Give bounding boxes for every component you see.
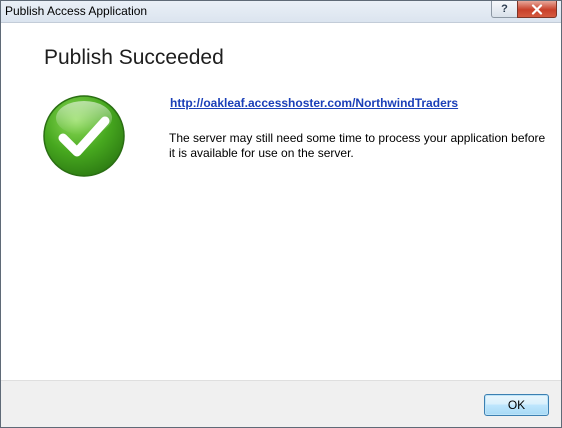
close-button[interactable] [517,1,557,18]
page-title: Publish Succeeded [44,46,224,69]
title-bar-buttons: ? [491,1,557,18]
help-icon: ? [501,3,508,15]
window-title: Publish Access Application [5,4,148,18]
help-button[interactable]: ? [491,1,517,18]
checkmark-circle-icon [43,95,125,177]
ok-button[interactable]: OK [484,394,549,416]
status-message: The server may still need some time to p… [169,131,546,160]
close-icon [531,3,543,15]
publish-dialog: Publish Access Application ? Publish Suc… [0,0,562,428]
title-bar[interactable]: Publish Access Application ? [1,1,561,23]
application-url-link[interactable]: http://oakleaf.accesshoster.com/Northwin… [170,96,458,110]
dialog-footer: OK [1,380,561,427]
